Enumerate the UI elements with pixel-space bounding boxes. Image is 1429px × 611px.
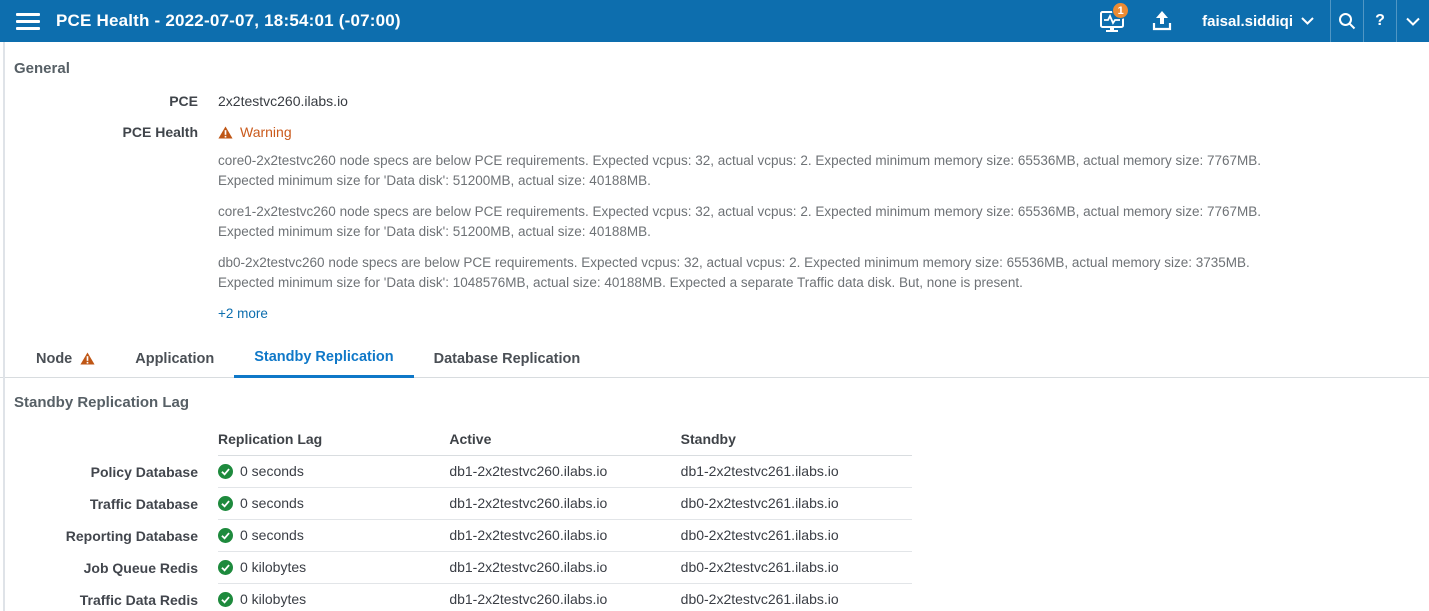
active-node-value: db1-2x2testvc260.ilabs.io	[449, 591, 680, 607]
row-label: Reporting Database	[0, 528, 218, 544]
pce-health-status: Warning	[218, 124, 1300, 140]
chevron-down-icon	[1406, 17, 1420, 26]
tab-node-label: Node	[36, 351, 72, 367]
upload-icon	[1151, 9, 1173, 33]
general-section-title: General	[14, 60, 1429, 77]
success-check-icon	[218, 560, 233, 575]
row-label: Traffic Data Redis	[0, 592, 218, 608]
column-header-active: Active	[449, 431, 680, 447]
username-label: faisal.siddiqi	[1202, 13, 1293, 30]
table-row: Reporting Database 0 seconds db1-2x2test…	[0, 520, 1429, 552]
standby-replication-table: Replication Lag Active Standby Policy Da…	[0, 425, 1429, 611]
success-check-icon	[218, 592, 233, 607]
standby-node-value: db1-2x2testvc261.ilabs.io	[681, 463, 912, 479]
table-header-row: Replication Lag Active Standby	[0, 425, 1429, 456]
help-icon: ?	[1375, 12, 1385, 30]
standby-node-value: db0-2x2testvc261.ilabs.io	[681, 495, 912, 511]
tab-application[interactable]: Application	[115, 343, 234, 378]
pce-health-field-row: PCE Health Warning core0-2x2testvc260 no…	[0, 124, 1429, 321]
row-label: Job Queue Redis	[0, 560, 218, 576]
top-navbar: PCE Health - 2022-07-07, 18:54:01 (-07:0…	[0, 0, 1429, 42]
help-button[interactable]: ?	[1363, 0, 1396, 42]
health-tabs: Node Application Standby Replication Dat…	[0, 343, 1429, 378]
search-button[interactable]	[1330, 0, 1363, 42]
tab-database-replication-label: Database Replication	[434, 351, 581, 367]
health-monitor-button[interactable]: 1	[1086, 0, 1138, 42]
table-row: Policy Database 0 seconds db1-2x2testvc2…	[0, 456, 1429, 488]
hamburger-icon	[16, 9, 40, 34]
tab-database-replication[interactable]: Database Replication	[414, 343, 601, 378]
topbar-actions: 1 faisal.siddiqi ?	[1086, 0, 1429, 42]
warning-message: core1-2x2testvc260 node specs are below …	[218, 202, 1300, 242]
notification-badge: 1	[1112, 2, 1129, 19]
replication-lag-value: 0 kilobytes	[240, 591, 306, 607]
tab-standby-replication-label: Standby Replication	[254, 349, 393, 365]
row-label: Policy Database	[0, 464, 218, 480]
more-warnings-link[interactable]: +2 more	[218, 306, 268, 321]
collapse-header-button[interactable]	[1396, 0, 1429, 42]
search-icon	[1338, 12, 1356, 30]
replication-lag-value: 0 seconds	[240, 463, 304, 479]
standby-section-title: Standby Replication Lag	[14, 394, 1429, 411]
active-node-value: db1-2x2testvc260.ilabs.io	[449, 463, 680, 479]
replication-lag-value: 0 seconds	[240, 527, 304, 543]
hamburger-menu-button[interactable]	[0, 0, 56, 42]
warning-triangle-icon	[218, 126, 233, 139]
replication-lag-value: 0 kilobytes	[240, 559, 306, 575]
pce-label: PCE	[0, 93, 218, 109]
page-content: General PCE 2x2testvc260.ilabs.io PCE He…	[0, 42, 1429, 611]
standby-node-value: db0-2x2testvc261.ilabs.io	[681, 527, 912, 543]
success-check-icon	[218, 528, 233, 543]
user-menu[interactable]: faisal.siddiqi	[1186, 0, 1330, 42]
standby-node-value: db0-2x2testvc261.ilabs.io	[681, 591, 912, 607]
column-header-standby: Standby	[681, 431, 912, 447]
success-check-icon	[218, 496, 233, 511]
page-title: PCE Health - 2022-07-07, 18:54:01 (-07:0…	[56, 11, 401, 31]
pce-health-status-text: Warning	[240, 124, 292, 140]
row-label: Traffic Database	[0, 496, 218, 512]
active-node-value: db1-2x2testvc260.ilabs.io	[449, 559, 680, 575]
warning-triangle-icon	[80, 352, 95, 365]
export-button[interactable]	[1138, 0, 1186, 42]
tab-application-label: Application	[135, 351, 214, 367]
chevron-down-icon	[1301, 17, 1314, 25]
tab-standby-replication[interactable]: Standby Replication	[234, 343, 413, 378]
warning-messages: core0-2x2testvc260 node specs are below …	[218, 151, 1300, 293]
warning-message: db0-2x2testvc260 node specs are below PC…	[218, 253, 1300, 293]
table-row: Job Queue Redis 0 kilobytes db1-2x2testv…	[0, 552, 1429, 584]
column-header-replication-lag: Replication Lag	[218, 431, 449, 447]
tab-node[interactable]: Node	[16, 343, 115, 378]
left-edge-rail	[3, 42, 5, 611]
success-check-icon	[218, 464, 233, 479]
table-row: Traffic Database 0 seconds db1-2x2testvc…	[0, 488, 1429, 520]
pce-value: 2x2testvc260.ilabs.io	[218, 93, 348, 109]
replication-lag-value: 0 seconds	[240, 495, 304, 511]
table-row: Traffic Data Redis 0 kilobytes db1-2x2te…	[0, 584, 1429, 611]
pce-health-label: PCE Health	[0, 124, 218, 140]
warning-message: core0-2x2testvc260 node specs are below …	[218, 151, 1300, 191]
active-node-value: db1-2x2testvc260.ilabs.io	[449, 495, 680, 511]
standby-node-value: db0-2x2testvc261.ilabs.io	[681, 559, 912, 575]
pce-field-row: PCE 2x2testvc260.ilabs.io	[0, 93, 1429, 109]
active-node-value: db1-2x2testvc260.ilabs.io	[449, 527, 680, 543]
